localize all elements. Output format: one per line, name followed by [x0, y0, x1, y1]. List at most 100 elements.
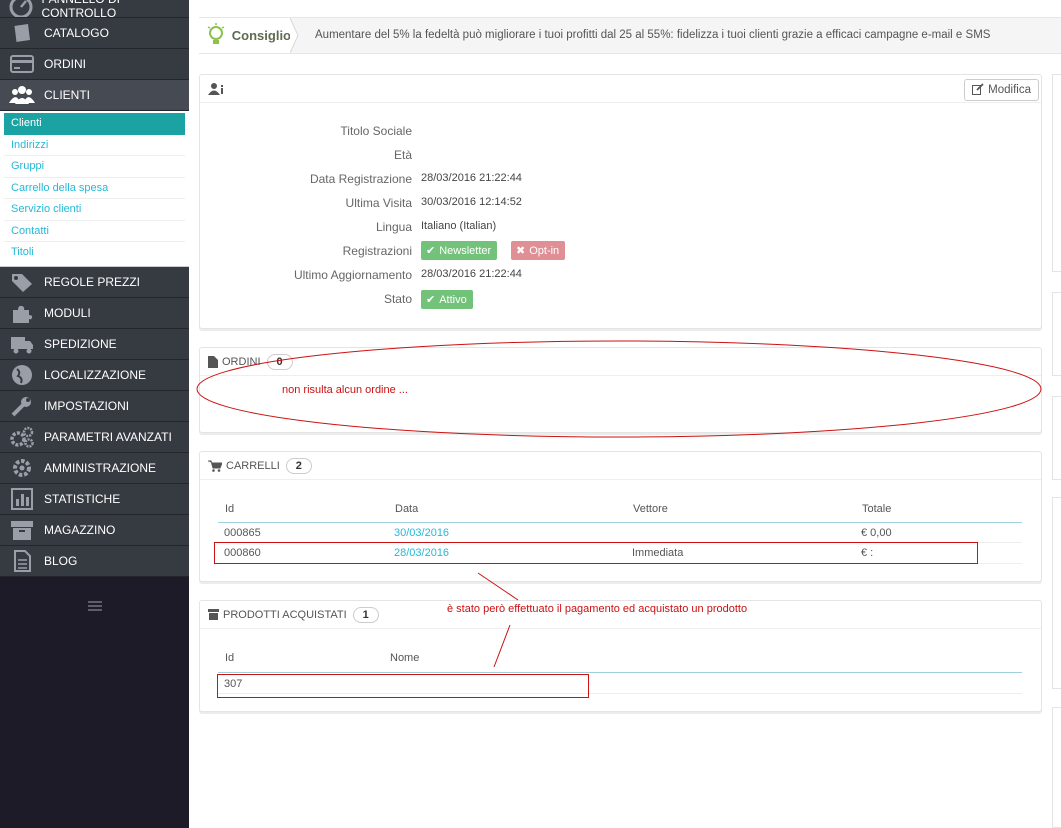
- info-value: 28/03/2016 21:22:44: [421, 268, 522, 280]
- check-icon: ✔: [426, 245, 436, 257]
- carts-count-badge: 2: [285, 457, 312, 474]
- info-row-lingua: Lingua Italiano (Italian): [200, 216, 1043, 240]
- products-title: PRODOTTI ACQUISTATI: [223, 608, 347, 621]
- table-header-divider: [218, 522, 1022, 523]
- submenu-item-titoli[interactable]: Titoli: [4, 242, 185, 264]
- user-info-icon: [208, 82, 224, 96]
- right-panel-3: [1052, 396, 1061, 480]
- cart-date[interactable]: 30/03/2016: [394, 527, 449, 539]
- col-header-nome: Nome: [390, 652, 420, 664]
- optin-label: Opt-in: [529, 244, 560, 257]
- nav-item-catalogo[interactable]: CATALOGO: [0, 18, 189, 49]
- edit-customer-button[interactable]: Modifica: [964, 79, 1039, 101]
- tip-title: Consiglio: [231, 28, 291, 43]
- info-key: Titolo Sociale: [340, 124, 412, 138]
- info-value: 30/03/2016 12:14:52: [421, 196, 522, 208]
- nav-label: BLOG: [44, 553, 78, 568]
- nav-label: IMPOSTAZIONI: [44, 398, 130, 413]
- submenu-item-servizio-clienti[interactable]: Servizio clienti: [4, 199, 185, 221]
- orders-title: ORDINI: [222, 355, 261, 368]
- nav-item-moduli[interactable]: MODULI: [0, 297, 189, 329]
- col-header-data: Data: [395, 503, 419, 515]
- submenu-item-contatti[interactable]: Contatti: [4, 221, 185, 242]
- customer-panel-header: [200, 75, 1041, 103]
- bar-chart-icon: [0, 484, 44, 514]
- info-value: Italiano (Italian): [421, 220, 497, 232]
- nav-label: LOCALIZZAZIONE: [44, 367, 147, 382]
- orders-count-badge: 0: [266, 353, 293, 370]
- right-panel-5: [1052, 707, 1061, 828]
- nav-item-magazzino[interactable]: MAGAZZINO: [0, 514, 189, 546]
- submenu-item-indirizzi[interactable]: Indirizzi: [4, 135, 185, 156]
- archive-icon: [208, 609, 219, 620]
- info-row-ultimo-aggiornamento: Ultimo Aggiornamento 28/03/2016 21:22:44: [200, 264, 1043, 288]
- submenu-item-carrello[interactable]: Carrello della spesa: [4, 178, 185, 199]
- check-icon: ✔: [426, 294, 436, 306]
- info-key: Ultimo Aggiornamento: [293, 268, 412, 282]
- carts-title: CARRELLI: [226, 459, 280, 472]
- tags-icon: [0, 267, 44, 297]
- credit-card-icon: [0, 49, 44, 79]
- info-key: Stato: [383, 292, 412, 306]
- status-badge: ✔ Attivo: [421, 290, 473, 309]
- x-icon: ✖: [516, 245, 526, 257]
- col-header-id: Id: [225, 503, 235, 515]
- shopping-cart-icon: [208, 460, 222, 472]
- nav-item-impostazioni[interactable]: IMPOSTAZIONI: [0, 390, 189, 422]
- nav-item-spedizione[interactable]: SPEDIZIONE: [0, 328, 189, 360]
- newsletter-label: Newsletter: [439, 244, 492, 257]
- nav-label: MODULI: [44, 305, 91, 320]
- nav-item-clienti[interactable]: CLIENTI: [0, 80, 189, 111]
- users-icon: [0, 80, 44, 110]
- nav-item-regole-prezzi[interactable]: REGOLE PREZZI: [0, 266, 189, 298]
- info-key: Ultima Visita: [345, 196, 412, 210]
- nav-item-blog[interactable]: BLOG: [0, 545, 189, 577]
- cog-icon: [0, 453, 44, 483]
- right-panel-4: [1052, 497, 1061, 689]
- cart-id: 000865: [224, 527, 261, 539]
- tip-text: Aumentare del 5% la fedeltà può migliora…: [315, 29, 991, 41]
- nav-item-statistiche[interactable]: STATISTICHE: [0, 483, 189, 515]
- edit-icon: [972, 82, 984, 98]
- nav-item-ordini[interactable]: ORDINI: [0, 49, 189, 80]
- right-panel-1: [1052, 74, 1061, 272]
- info-key: Data Registrazione: [309, 172, 412, 186]
- puzzle-icon: [0, 298, 44, 328]
- truck-icon: [0, 329, 44, 359]
- nav-label: AMMINISTRAZIONE: [44, 460, 157, 475]
- nav-item-localizzazione[interactable]: LOCALIZZAZIONE: [0, 359, 189, 391]
- submenu-item-clienti[interactable]: Clienti: [4, 113, 185, 135]
- nav-item-parametri-avanzati[interactable]: PARAMETRI AVANZATI: [0, 421, 189, 453]
- info-row-stato: Stato ✔ Attivo: [200, 288, 1043, 312]
- sidebar: PANNELLO DI CONTROLLO CATALOGO ORDINI CL…: [0, 0, 189, 828]
- nav-label: CLIENTI: [44, 88, 91, 102]
- products-annotation: è stato però effettuato il pagamento ed …: [445, 603, 750, 615]
- table-header-divider: [218, 672, 1022, 673]
- nav-item-amministrazione[interactable]: AMMINISTRAZIONE: [0, 452, 189, 484]
- status-label: Attivo: [439, 293, 467, 306]
- submenu-item-gruppi[interactable]: Gruppi: [4, 156, 185, 178]
- col-header-vettore: Vettore: [633, 503, 668, 515]
- document-icon: [0, 546, 44, 576]
- orders-panel-header: ORDINI 0: [200, 348, 1041, 376]
- tip-arrow: [290, 18, 299, 53]
- wrench-icon: [0, 391, 44, 421]
- edit-label: Modifica: [988, 84, 1031, 96]
- nav-item-dashboard[interactable]: PANNELLO DI CONTROLLO: [0, 0, 189, 20]
- nav-label: PARAMETRI AVANZATI: [44, 429, 172, 444]
- nav-label: MAGAZZINO: [44, 522, 116, 537]
- info-row-titolo: Titolo Sociale: [200, 120, 1043, 144]
- nav-label: ORDINI: [44, 57, 86, 71]
- dashboard-icon: [0, 0, 41, 17]
- info-key: Registrazioni: [342, 244, 412, 258]
- tip-bar: Consiglio Aumentare del 5% la fedeltà pu…: [199, 17, 1061, 54]
- clienti-submenu: Clienti Indirizzi Gruppi Carrello della …: [0, 111, 189, 267]
- file-icon: [208, 355, 218, 368]
- nav-label: REGOLE PREZZI: [44, 274, 141, 289]
- carts-panel-header: CARRELLI 2: [200, 452, 1041, 480]
- book-icon: [0, 18, 44, 48]
- info-row-data-registrazione: Data Registrazione 28/03/2016 21:22:44: [200, 168, 1043, 192]
- archive-icon: [0, 515, 44, 545]
- col-header-totale: Totale: [862, 503, 892, 515]
- menu-collapse-icon[interactable]: [88, 601, 102, 613]
